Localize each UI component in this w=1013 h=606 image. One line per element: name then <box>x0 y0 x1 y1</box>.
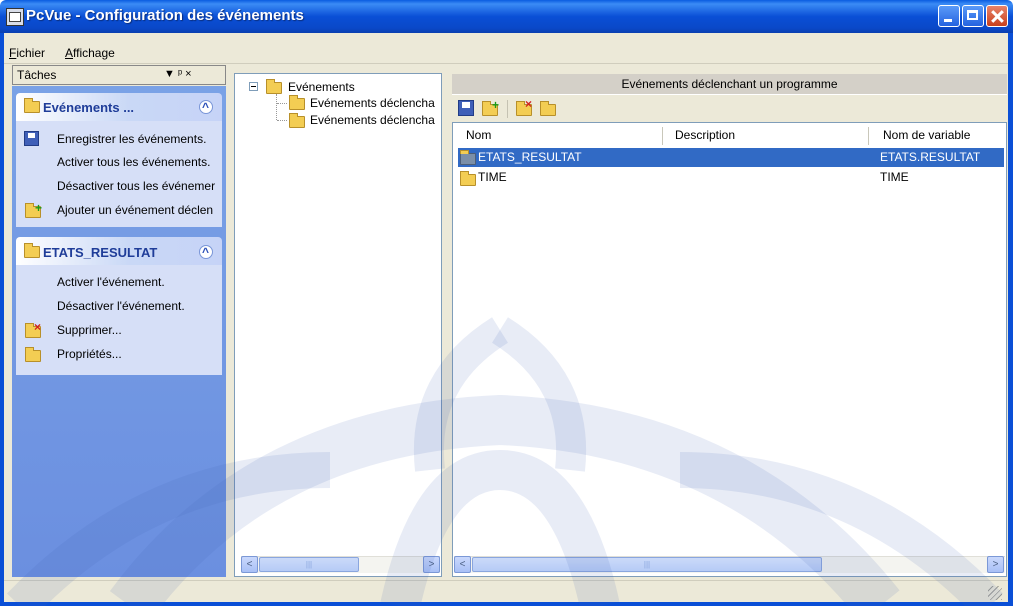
toolbar-separator <box>507 100 508 118</box>
task-properties[interactable]: Propriétés... <box>57 347 222 361</box>
task-delete[interactable]: Supprimer... <box>57 323 222 337</box>
list-header-title: Evénements déclenchant un programme <box>621 77 838 91</box>
resize-grip-icon[interactable] <box>988 586 1002 600</box>
folder-icon <box>24 243 40 258</box>
close-button[interactable] <box>986 5 1008 27</box>
tasks-pane-title: Tâches <box>17 68 57 82</box>
menu-affichage[interactable]: Affichage <box>65 46 115 60</box>
add-folder-icon: + <box>25 201 42 218</box>
cell-name: ETATS_RESULTAT <box>478 150 582 164</box>
column-separator[interactable] <box>662 127 663 145</box>
tree-collapse-icon[interactable] <box>249 82 258 91</box>
save-icon <box>24 131 39 146</box>
column-separator[interactable] <box>868 127 869 145</box>
tree-line <box>276 94 278 120</box>
properties-icon[interactable] <box>540 101 556 116</box>
tree-line <box>277 103 287 104</box>
tree-node-events-2[interactable]: Evénements déclencha <box>310 113 442 127</box>
list-toolbar <box>452 95 1007 121</box>
menu-affichage-mnemonic: A <box>65 46 74 60</box>
collapse-chevron-icon[interactable] <box>199 100 213 114</box>
table-row[interactable] <box>458 168 1004 187</box>
menu-bar <box>4 33 1008 64</box>
task-group-title: ETATS_RESULTAT <box>43 245 158 260</box>
folder-icon <box>24 98 40 113</box>
maximize-button[interactable] <box>962 5 984 27</box>
scroll-right-button[interactable]: > <box>423 556 440 573</box>
task-save-events[interactable]: Enregistrer les événements. <box>57 132 222 146</box>
tasks-pane-controls[interactable]: ▼ ᵖ × <box>164 68 192 80</box>
menu-fichier-label: ichier <box>16 46 46 60</box>
folder-icon <box>289 113 305 128</box>
menu-fichier[interactable]: Fichier <box>9 46 45 60</box>
properties-icon <box>25 347 41 362</box>
scroll-thumb[interactable]: ||| <box>472 557 822 572</box>
folder-icon <box>460 171 476 186</box>
window-border-left <box>0 33 4 606</box>
add-folder-icon[interactable]: + <box>482 98 499 116</box>
column-header-variable[interactable]: Nom de variable <box>883 128 970 146</box>
task-enable-event[interactable]: Activer l'événement. <box>57 275 222 289</box>
task-group-title: Evénements ... <box>43 100 135 115</box>
folder-icon <box>460 150 476 165</box>
column-header-description[interactable]: Description <box>675 128 735 146</box>
task-add-event[interactable]: Ajouter un événement déclen <box>57 203 222 217</box>
cell-name: TIME <box>478 170 507 184</box>
scroll-left-button[interactable]: < <box>454 556 471 573</box>
column-header-name[interactable]: Nom <box>466 128 491 146</box>
tree-root-events[interactable]: Evénements <box>288 80 355 94</box>
list-view[interactable] <box>452 122 1007 577</box>
delete-folder-icon[interactable]: × <box>516 97 532 116</box>
folder-icon <box>266 79 282 94</box>
save-icon[interactable] <box>458 100 474 116</box>
window-title: PcVue - Configuration des événements <box>26 7 304 24</box>
minimize-button[interactable] <box>938 5 960 27</box>
collapse-chevron-icon[interactable] <box>199 245 213 259</box>
delete-folder-icon: × <box>25 320 41 338</box>
app-icon[interactable] <box>6 8 24 26</box>
task-disable-event[interactable]: Désactiver l'événement. <box>57 299 222 313</box>
task-enable-all[interactable]: Activer tous les événements. <box>57 155 222 169</box>
window-border-bottom <box>0 602 1013 606</box>
scroll-right-button[interactable]: > <box>987 556 1004 573</box>
cell-variable: TIME <box>880 170 909 184</box>
tree-line <box>277 120 287 121</box>
tree-node-events-1[interactable]: Evénements déclencha <box>310 96 442 110</box>
scroll-thumb[interactable]: ||| <box>259 557 359 572</box>
tree-panel[interactable] <box>234 73 442 577</box>
task-disable-all[interactable]: Désactiver tous les événemer <box>57 179 222 193</box>
cell-variable: ETATS.RESULTAT <box>880 150 981 164</box>
scroll-left-button[interactable]: < <box>241 556 258 573</box>
window-border-right <box>1008 33 1013 606</box>
status-bar <box>4 580 1008 603</box>
folder-open-icon <box>289 95 305 110</box>
menu-affichage-label: ffichage <box>73 46 115 60</box>
